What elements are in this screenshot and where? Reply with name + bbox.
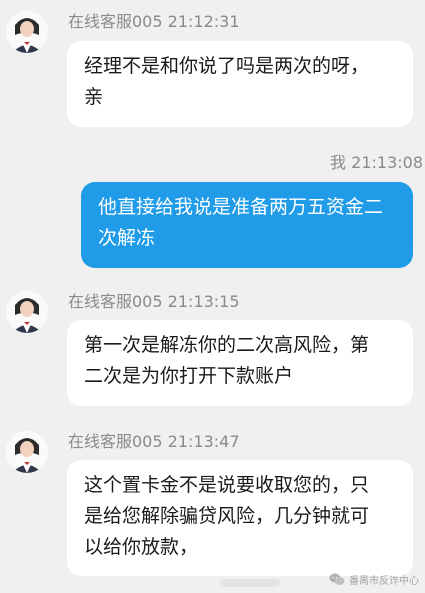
obscured-text (220, 579, 280, 587)
message-line: 次解冻 (98, 227, 156, 249)
message-bubble[interactable]: 这个置卡金不是说要收取您的，只 是给您解除骗贷风险，几分钟就可 以给你放款， (67, 460, 413, 576)
wechat-icon (329, 573, 345, 585)
message-bubble[interactable]: 他直接给我说是准备两万五资金二 次解冻 (81, 182, 413, 268)
watermark: 番禺市反诈中心 (329, 572, 419, 587)
message-line: 经理不是和你说了吗是两次的呀， (84, 55, 370, 77)
message-line: 第一次是解冻你的二次高风险，第 (84, 334, 370, 356)
sender-name: 我 (330, 153, 347, 172)
message-meta: 在线客服005 21:12:31 (68, 12, 240, 32)
message-bubble[interactable]: 第一次是解冻你的二次高风险，第 二次是为你打开下款账户 (67, 320, 413, 406)
watermark-text: 番禺市反诈中心 (349, 576, 419, 587)
sender-name: 在线客服005 (68, 432, 163, 451)
message-line: 亲 (84, 86, 104, 108)
agent-avatar-icon[interactable] (6, 11, 48, 53)
message-line: 以给你放款， (84, 536, 199, 558)
message-line: 他直接给我说是准备两万五资金二 (98, 196, 384, 218)
message-bubble[interactable]: 经理不是和你说了吗是两次的呀， 亲 (67, 41, 413, 127)
message-meta: 在线客服005 21:13:47 (68, 432, 240, 452)
message-meta: 我 21:13:08 (330, 153, 423, 173)
sender-name: 在线客服005 (68, 12, 163, 31)
timestamp: 21:13:15 (167, 292, 240, 311)
message-line: 这个置卡金不是说要收取您的，只 (84, 474, 370, 496)
timestamp: 21:13:47 (167, 432, 240, 451)
timestamp: 21:12:31 (167, 12, 240, 31)
message-meta: 在线客服005 21:13:15 (68, 292, 240, 312)
message-line: 二次是为你打开下款账户 (84, 365, 294, 387)
agent-avatar-icon[interactable] (6, 431, 48, 473)
message-line: 是给您解除骗贷风险，几分钟就可 (84, 505, 370, 527)
agent-avatar-icon[interactable] (6, 291, 48, 333)
timestamp: 21:13:08 (351, 153, 423, 172)
sender-name: 在线客服005 (68, 292, 163, 311)
